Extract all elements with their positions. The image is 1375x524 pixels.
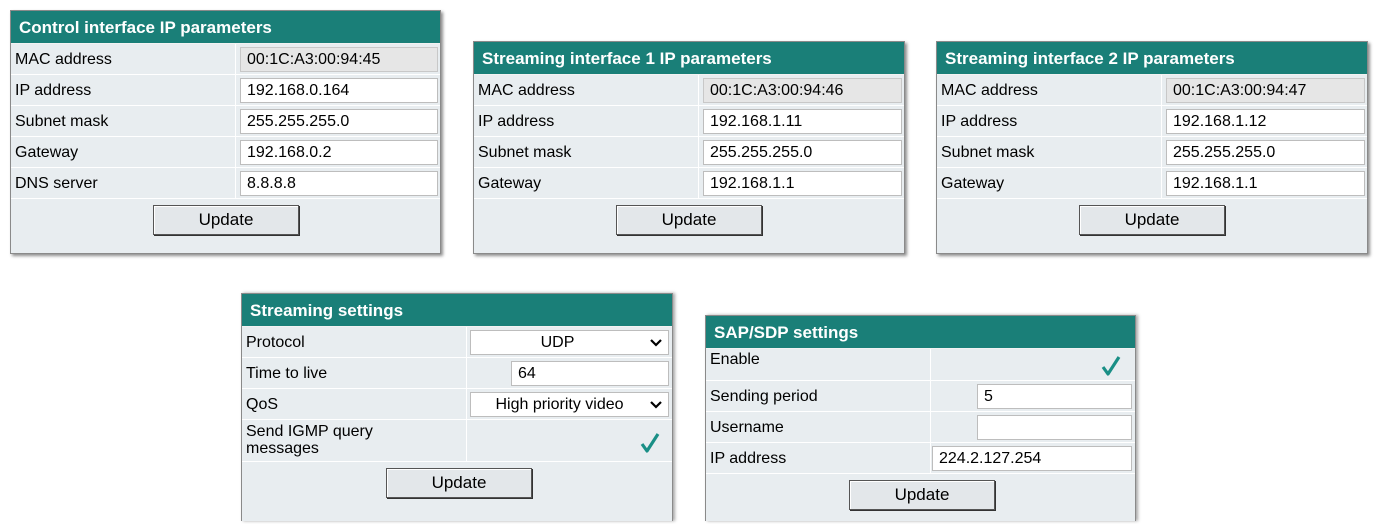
protocol-row: Protocol UDP xyxy=(242,327,672,358)
subnet-mask-row: Subnet mask 255.255.255.0 xyxy=(474,137,904,168)
sending-period-input[interactable]: 5 xyxy=(977,384,1132,409)
igmp-label: Send IGMP query messages xyxy=(246,423,373,457)
ip-address-input[interactable]: 224.2.127.254 xyxy=(932,446,1132,471)
panel-title: Control interface IP parameters xyxy=(11,11,440,44)
ip-address-row: IP address 192.168.0.164 xyxy=(11,75,440,106)
time-to-live-input[interactable]: 64 xyxy=(511,361,669,386)
sending-period-row: Sending period 5 xyxy=(706,381,1135,412)
qos-select[interactable]: High priority video xyxy=(470,392,669,417)
checkmark-icon xyxy=(640,433,660,453)
checkmark-icon xyxy=(1101,356,1121,376)
gateway-input[interactable]: 192.168.0.2 xyxy=(240,140,438,165)
enable-checkbox[interactable] xyxy=(1100,355,1122,377)
enable-label: Enable xyxy=(710,351,760,368)
subnet-mask-input[interactable]: 255.255.255.0 xyxy=(703,140,902,165)
mac-address-field: 00:1C:A3:00:94:45 xyxy=(240,47,438,72)
panel-title: Streaming interface 1 IP parameters xyxy=(474,42,904,75)
qos-row: QoS High priority video xyxy=(242,389,672,420)
send-igmp-checkbox[interactable] xyxy=(639,432,661,454)
mac-address-field: 00:1C:A3:00:94:47 xyxy=(1166,78,1365,103)
ip-address-row: IP address 192.168.1.11 xyxy=(474,106,904,137)
ip-address-row: IP address 192.168.1.12 xyxy=(937,106,1367,137)
gateway-label: Gateway xyxy=(941,175,1005,192)
gateway-input[interactable]: 192.168.1.1 xyxy=(1166,171,1365,196)
streaming-interface-1-panel: Streaming interface 1 IP parameters MAC … xyxy=(473,41,905,254)
gateway-row: Gateway 192.168.0.2 xyxy=(11,137,440,168)
ip-address-label: IP address xyxy=(478,113,555,130)
username-label: Username xyxy=(710,419,784,436)
mac-address-label: MAC address xyxy=(15,51,112,68)
subnet-mask-label: Subnet mask xyxy=(941,144,1035,161)
sap-sdp-settings-panel: SAP/SDP settings Enable Sending period 5… xyxy=(705,315,1136,521)
control-interface-panel: Control interface IP parameters MAC addr… xyxy=(10,10,441,254)
ip-address-row: IP address 224.2.127.254 xyxy=(706,443,1135,474)
qos-label: QoS xyxy=(246,396,279,413)
igmp-row: Send IGMP query messages xyxy=(242,420,672,462)
streaming-interface-2-panel: Streaming interface 2 IP parameters MAC … xyxy=(936,41,1368,254)
dns-server-input[interactable]: 8.8.8.8 xyxy=(240,171,438,196)
mac-address-row: MAC address 00:1C:A3:00:94:46 xyxy=(474,75,904,106)
enable-row: Enable xyxy=(706,349,1135,381)
dns-server-row: DNS server 8.8.8.8 xyxy=(11,168,440,199)
ip-address-input[interactable]: 192.168.0.164 xyxy=(240,78,438,103)
username-input[interactable] xyxy=(977,415,1132,440)
ip-address-label: IP address xyxy=(941,113,1018,130)
ip-address-input[interactable]: 192.168.1.12 xyxy=(1166,109,1365,134)
update-button[interactable]: Update xyxy=(1079,205,1225,235)
update-button[interactable]: Update xyxy=(153,205,299,235)
update-button[interactable]: Update xyxy=(386,468,532,498)
qos-value: High priority video xyxy=(495,396,624,413)
ip-address-label: IP address xyxy=(15,82,92,99)
panel-title: Streaming interface 2 IP parameters xyxy=(937,42,1367,75)
update-button[interactable]: Update xyxy=(616,205,762,235)
subnet-mask-input[interactable]: 255.255.255.0 xyxy=(240,109,438,134)
dns-server-label: DNS server xyxy=(15,175,98,192)
mac-address-label: MAC address xyxy=(941,82,1038,99)
time-to-live-row: Time to live 64 xyxy=(242,358,672,389)
subnet-mask-input[interactable]: 255.255.255.0 xyxy=(1166,140,1365,165)
protocol-select[interactable]: UDP xyxy=(470,330,669,355)
gateway-label: Gateway xyxy=(15,144,79,161)
sending-period-label: Sending period xyxy=(710,388,818,405)
username-row: Username xyxy=(706,412,1135,443)
mac-address-row: MAC address 00:1C:A3:00:94:45 xyxy=(11,44,440,75)
subnet-mask-label: Subnet mask xyxy=(478,144,572,161)
subnet-mask-label: Subnet mask xyxy=(15,113,109,130)
ip-address-label: IP address xyxy=(710,450,787,467)
streaming-settings-panel: Streaming settings Protocol UDP Time to … xyxy=(241,293,673,521)
ip-address-input[interactable]: 192.168.1.11 xyxy=(703,109,902,134)
mac-address-label: MAC address xyxy=(478,82,575,99)
gateway-row: Gateway 192.168.1.1 xyxy=(937,168,1367,199)
subnet-mask-row: Subnet mask 255.255.255.0 xyxy=(937,137,1367,168)
panel-title: Streaming settings xyxy=(242,294,672,327)
mac-address-field: 00:1C:A3:00:94:46 xyxy=(703,78,902,103)
gateway-input[interactable]: 192.168.1.1 xyxy=(703,171,902,196)
mac-address-row: MAC address 00:1C:A3:00:94:47 xyxy=(937,75,1367,106)
gateway-label: Gateway xyxy=(478,175,542,192)
time-to-live-label: Time to live xyxy=(246,365,328,382)
update-button[interactable]: Update xyxy=(849,480,995,510)
protocol-label: Protocol xyxy=(246,334,305,351)
gateway-row: Gateway 192.168.1.1 xyxy=(474,168,904,199)
chevron-down-icon xyxy=(650,339,662,347)
subnet-mask-row: Subnet mask 255.255.255.0 xyxy=(11,106,440,137)
chevron-down-icon xyxy=(650,401,662,409)
protocol-value: UDP xyxy=(540,334,575,351)
panel-title: SAP/SDP settings xyxy=(706,316,1135,349)
